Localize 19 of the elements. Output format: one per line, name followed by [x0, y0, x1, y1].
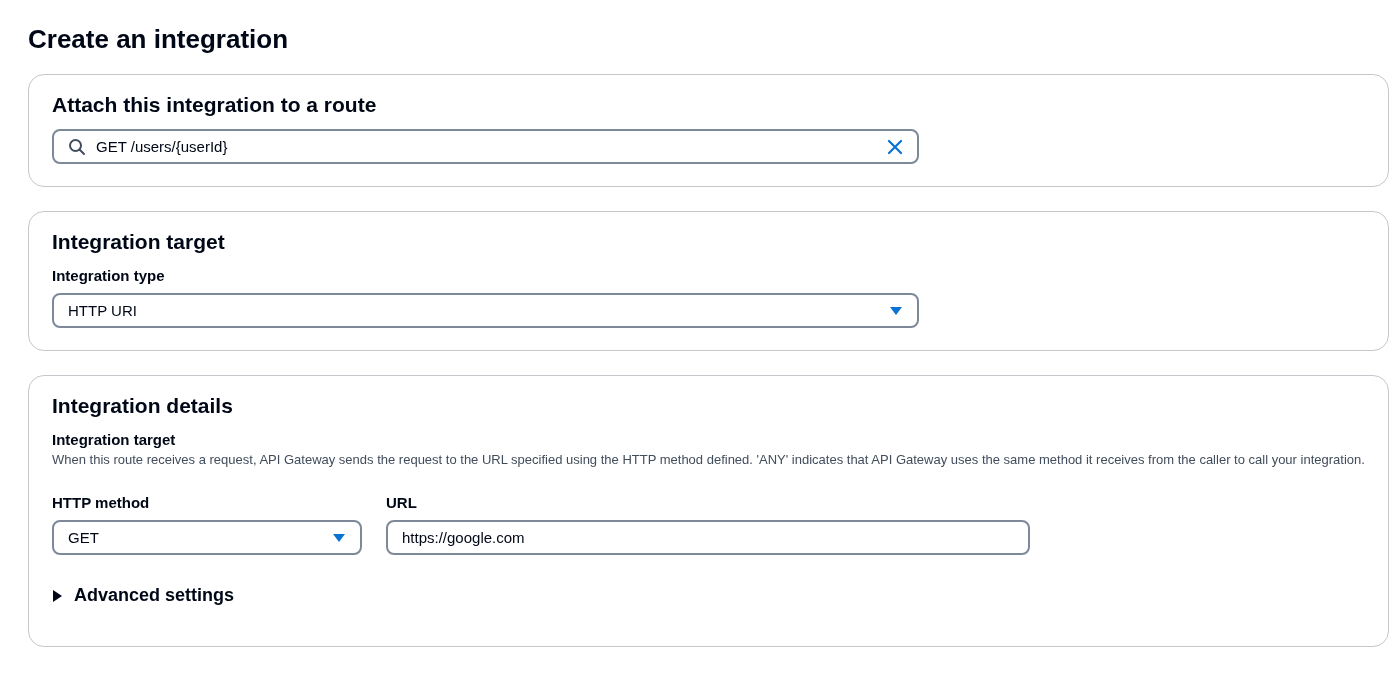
caret-icon: [889, 305, 903, 316]
field-label: URL: [386, 493, 418, 513]
section-title: Integration target: [52, 229, 225, 255]
description-text: When this route receives a request, API Gateway sends the request to the URL specified using the HTTP method defined. 'ANY' indicates that API Gateway uses the same method it receives from the caller to call your integration.: [52, 451, 1365, 469]
integration-type-select[interactable]: HTTP URI: [52, 293, 919, 328]
close-icon: [887, 138, 903, 155]
section-title: Attach this integration to a route: [52, 92, 377, 118]
search-field[interactable]: GET /users/{userId}: [52, 129, 919, 164]
field-label: Integration type: [52, 266, 165, 286]
http-method-select[interactable]: GET: [52, 520, 362, 555]
caret-icon: [332, 532, 346, 543]
field-label: Integration target: [52, 430, 176, 450]
page-title: Create an integration: [28, 23, 290, 56]
advanced-settings-toggle[interactable]: Advanced settings: [52, 585, 235, 606]
field-label: HTTP method: [52, 493, 151, 513]
section-title: Integration details: [52, 393, 233, 419]
url-input-field[interactable]: https://google.com: [386, 520, 1030, 555]
search-icon: [68, 137, 86, 156]
clear-button[interactable]: [887, 138, 903, 155]
